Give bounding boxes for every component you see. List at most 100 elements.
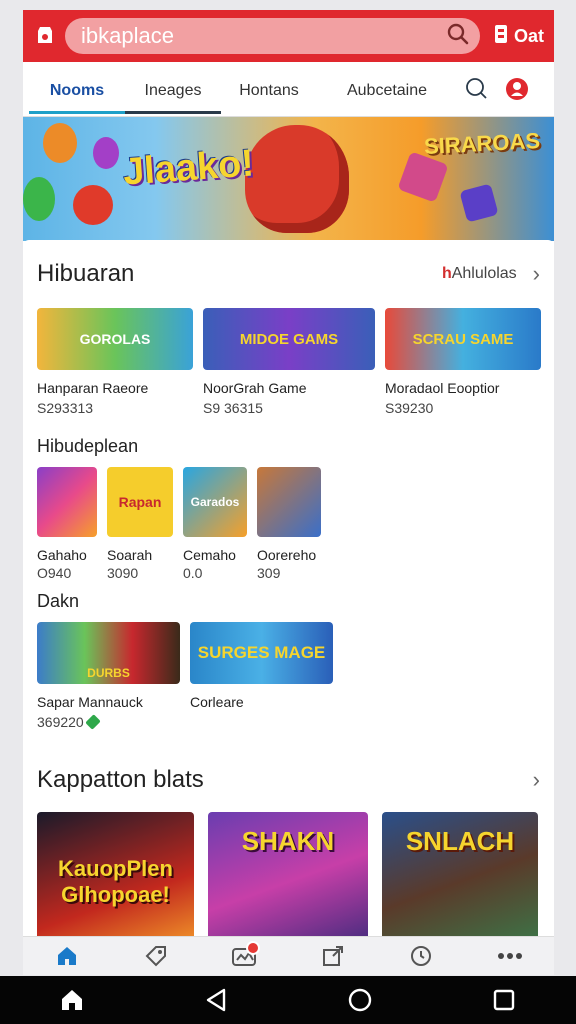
system-circle-icon[interactable]	[336, 980, 384, 1020]
game-card[interactable]: Garados Cemaho 0.0	[183, 467, 247, 581]
section-title: Hibudeplean	[37, 436, 139, 456]
game-price: 3090	[107, 565, 173, 581]
tab-indicator	[29, 111, 125, 114]
tab-label: Aubcetaine	[346, 82, 428, 99]
thumb-text: SNLACH	[405, 826, 515, 856]
cart-icon	[494, 24, 508, 49]
cart-button[interactable]: Oat	[494, 24, 544, 49]
tab-divider	[125, 111, 221, 114]
balloon-shape	[93, 137, 119, 169]
game-price: 0.0	[183, 565, 247, 581]
bear-mascot-image	[245, 125, 349, 233]
system-nav-bar	[0, 976, 576, 1024]
game-card[interactable]: GOROLAS Hanparan Raeore S293313	[37, 308, 193, 416]
game-thumbnail: GOROLAS	[37, 308, 193, 370]
game-card[interactable]: SURGES MAGE Corleare	[190, 622, 333, 730]
game-price: 369220	[37, 714, 180, 730]
featured-card[interactable]: SHAKN	[208, 812, 368, 952]
nav-clock-icon[interactable]	[401, 939, 441, 973]
game-card[interactable]: MIDOE GAMS NoorGrah Game S9 36315	[203, 308, 375, 416]
chevron-right-icon: ›	[532, 261, 540, 286]
search-icon[interactable]	[446, 22, 470, 51]
notification-badge	[246, 941, 261, 955]
game-name: Sapar Mannauck	[37, 694, 143, 710]
banner-title-right: SIRAROAS	[423, 127, 541, 160]
game-thumbnail	[37, 467, 97, 537]
game-name: Oorereho	[257, 547, 317, 563]
game-row: GOROLAS Hanparan Raeore S293313 MIDOE GA…	[23, 308, 554, 416]
thumb-text: SHAKN	[241, 826, 335, 856]
game-thumbnail: MIDOE GAMS	[203, 308, 375, 370]
system-home-icon[interactable]	[48, 980, 96, 1020]
see-all-link[interactable]: hAhlulolas ›	[442, 261, 540, 287]
price-text: S9 36315	[203, 400, 263, 416]
featured-card[interactable]: SNLACH	[382, 812, 538, 952]
nav-more-icon[interactable]	[490, 939, 530, 973]
tab-search-icon[interactable]	[457, 69, 497, 109]
top-bar: Oat	[23, 10, 554, 62]
promo-banner[interactable]: Jlaako! SIRAROAS	[23, 117, 554, 241]
tab-hontans[interactable]: Hontans	[221, 64, 317, 114]
price-text: 309	[257, 565, 281, 581]
search-bar[interactable]	[65, 18, 480, 54]
price-text: S293313	[37, 400, 94, 416]
game-card[interactable]: SCRAU SAME Moradaol Eooptior S39230	[385, 308, 541, 416]
game-name: Gahaho	[37, 547, 87, 563]
thumb-text: KauopPlen Glhopoae!	[58, 856, 173, 907]
game-thumbnail: SURGES MAGE	[190, 622, 333, 684]
nav-home-icon[interactable]	[47, 939, 87, 973]
link-prefix: h	[441, 265, 452, 282]
bottom-nav	[23, 936, 554, 975]
nav-games-icon[interactable]	[224, 939, 264, 973]
thumb-text: MIDOE GAMS	[239, 330, 339, 348]
tab-images[interactable]: Ineages	[125, 64, 221, 114]
game-name: Cemaho	[183, 547, 236, 563]
section-title: Dakn	[37, 591, 80, 611]
game-card[interactable]: Rapan Soarah 3090	[107, 467, 173, 581]
thumb-text: DURBS	[87, 666, 130, 680]
system-overview-icon[interactable]	[480, 980, 528, 1020]
nav-tag-icon[interactable]	[136, 939, 176, 973]
chevron-right-icon: ›	[532, 767, 540, 792]
tab-label: Ineages	[144, 82, 202, 99]
tab-aubcetaine[interactable]: Aubcetaine	[317, 64, 457, 114]
game-price: S9 36315	[203, 400, 375, 416]
game-name: Corleare	[190, 694, 244, 710]
game-row: DURBS Sapar Mannauck 369220 SURGES MAGE …	[23, 622, 554, 730]
game-thumbnail	[257, 467, 321, 537]
game-name: Soarah	[107, 547, 153, 563]
tab-bar: Nooms Ineages Hontans Aubcetaine	[23, 62, 554, 117]
price-text: 3090	[107, 565, 139, 581]
system-back-icon[interactable]	[192, 980, 240, 1020]
tab-label: Nooms	[49, 82, 105, 99]
content-panel: Hibuaran hAhlulolas › GOROLAS Hanparan R…	[23, 240, 554, 952]
game-name: Hanparan Raeore	[37, 380, 149, 396]
section-title: Kappatton blats	[37, 766, 204, 793]
featured-thumbnail: KauopPlen Glhopoae!	[37, 812, 194, 952]
game-price: O940	[37, 565, 97, 581]
featured-row: KauopPlen Glhopoae! SHAKN SNLACH	[23, 812, 554, 952]
tab-home[interactable]: Nooms	[29, 64, 125, 114]
tab-label: Hontans	[239, 82, 299, 99]
thumb-text: SCRAU SAME	[412, 330, 514, 348]
game-card[interactable]: Gahaho O940	[37, 467, 97, 581]
section-header: Hibuaran hAhlulolas ›	[23, 260, 554, 288]
balloon-shape	[73, 185, 113, 225]
game-thumbnail: Rapan	[107, 467, 173, 537]
game-card[interactable]: DURBS Sapar Mannauck 369220	[37, 622, 180, 730]
price-text: O940	[37, 565, 72, 581]
game-thumbnail: DURBS	[37, 622, 180, 684]
nav-share-icon[interactable]	[313, 939, 353, 973]
price-text: 369220	[37, 714, 84, 730]
store-logo-icon[interactable]	[33, 24, 57, 48]
see-all-link[interactable]: ›	[533, 767, 540, 793]
price-text: S39230	[385, 400, 434, 416]
profile-icon[interactable]	[497, 69, 537, 109]
featured-card[interactable]: KauopPlen Glhopoae!	[37, 812, 194, 952]
balloon-shape	[23, 177, 55, 221]
game-card[interactable]: Oorereho 309	[257, 467, 321, 581]
game-name: NoorGrah Game	[203, 380, 307, 396]
game-price: S293313	[37, 400, 193, 416]
thumb-text: GOROLAS	[79, 331, 151, 347]
search-input[interactable]	[79, 22, 446, 50]
